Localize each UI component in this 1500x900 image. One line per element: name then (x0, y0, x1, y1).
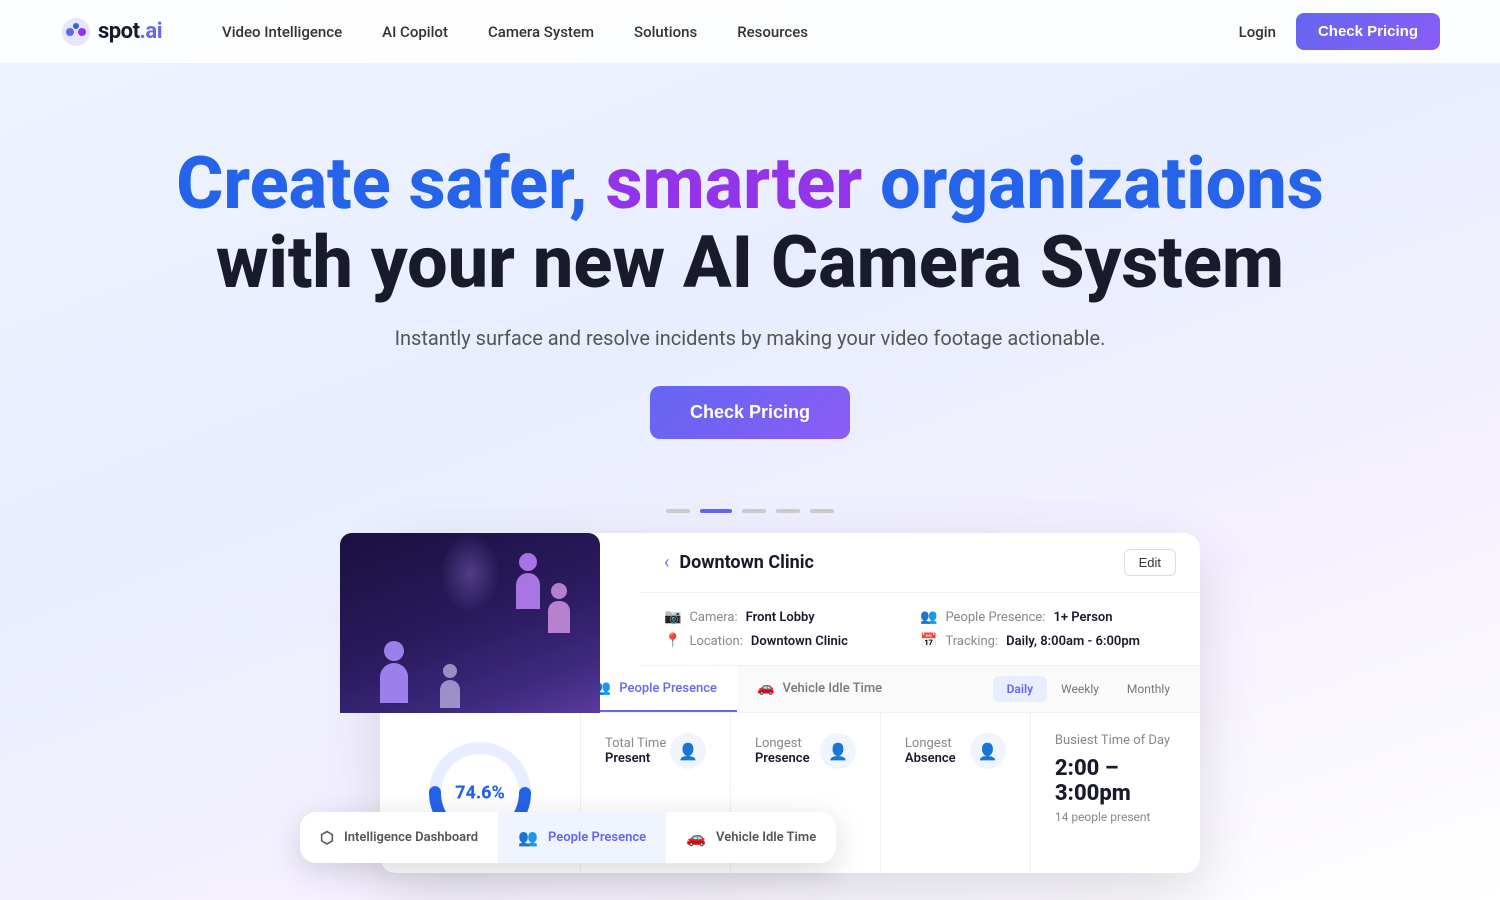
nav-camera-system[interactable]: Camera System (488, 23, 594, 41)
float-tab-vehicle[interactable]: 🚗 Vehicle Idle Time (666, 812, 836, 863)
float-tab-card: ⬡ Intelligence Dashboard 👥 People Presen… (300, 812, 836, 863)
dot-5[interactable] (810, 509, 834, 513)
dashboard-header-left: ‹ Downtown Clinic (664, 552, 814, 573)
dot-1[interactable] (666, 509, 690, 513)
stat-longest-absence-icon: 👤 (970, 733, 1006, 769)
period-tabs: Daily Weekly Monthly (977, 676, 1200, 702)
stat-total-label: Total Time Present (605, 736, 666, 766)
tab-vehicle-idle[interactable]: 🚗 Vehicle Idle Time (737, 666, 902, 712)
meta-camera: 📷 Camera: Front Lobby (664, 605, 920, 629)
carousel-dots (0, 509, 1500, 513)
calendar-icon: 📅 (920, 633, 937, 649)
busiest-time: 2:00 – 3:00pm (1055, 756, 1176, 806)
navbar: spot.ai Video Intelligence AI Copilot Ca… (0, 0, 1500, 64)
float-people-icon: 👥 (518, 828, 538, 847)
nav-actions: Login Check Pricing (1239, 13, 1440, 50)
meta-tracking: 📅 Tracking: Daily, 8:00am - 6:00pm (920, 629, 1176, 653)
float-vehicle-icon: 🚗 (686, 828, 706, 847)
nav-check-pricing-button[interactable]: Check Pricing (1296, 13, 1440, 50)
period-daily[interactable]: Daily (993, 676, 1047, 702)
stat-total-icon: 👤 (670, 733, 706, 769)
hero-title-org: organizations (880, 141, 1324, 226)
busiest-time-card: Busiest Time of Day 2:00 – 3:00pm 14 peo… (1030, 713, 1200, 873)
people-icon: 👥 (920, 609, 937, 625)
busiest-sub: 14 people present (1055, 810, 1176, 824)
hero-title: Create safer, smarter organizations with… (60, 144, 1440, 302)
stat-longest-presence-icon: 👤 (820, 733, 856, 769)
hero-check-pricing-button[interactable]: Check Pricing (650, 386, 850, 439)
stat-longest-absence: Longest Absence 👤 (880, 713, 1030, 873)
nav-links: Video Intelligence AI Copilot Camera Sys… (222, 23, 1239, 41)
donut-value: 74.6% (455, 783, 505, 804)
dot-4[interactable] (776, 509, 800, 513)
dashboard-header: ‹ Downtown Clinic Edit (640, 533, 1200, 593)
logo[interactable]: spot.ai (60, 16, 162, 48)
meta-location: 📍 Location: Downtown Clinic (664, 629, 920, 653)
back-button[interactable]: ‹ (664, 552, 669, 573)
float-tab-people[interactable]: 👥 People Presence (498, 812, 666, 863)
hero-title-purple: smarter (606, 141, 881, 226)
logo-text: spot.ai (98, 19, 162, 44)
login-button[interactable]: Login (1239, 23, 1276, 41)
nav-resources[interactable]: Resources (737, 23, 808, 41)
float-tab-intelligence[interactable]: ⬡ Intelligence Dashboard (300, 812, 498, 863)
nav-solutions[interactable]: Solutions (634, 23, 697, 41)
dashboard-meta: 📷 Camera: Front Lobby 👥 People Presence:… (640, 593, 1200, 666)
stat-longest-presence-label: Longest Presence (755, 736, 810, 766)
edit-button[interactable]: Edit (1124, 549, 1176, 576)
camera-icon: 📷 (664, 609, 681, 625)
busiest-title: Busiest Time of Day (1055, 733, 1176, 748)
dashboard-title: Downtown Clinic (679, 552, 814, 573)
hero-section: Create safer, smarter organizations with… (0, 64, 1500, 479)
stat-longest-absence-value-row: Longest Absence 👤 (905, 733, 1006, 769)
dot-2[interactable] (700, 509, 732, 513)
period-monthly[interactable]: Monthly (1113, 676, 1184, 702)
nav-video-intelligence[interactable]: Video Intelligence (222, 23, 342, 41)
dot-3[interactable] (742, 509, 766, 513)
hero-title-line2: with your new AI Camera System (216, 220, 1284, 305)
float-intelligence-icon: ⬡ (320, 828, 334, 847)
camera-preview (340, 533, 600, 713)
nav-ai-copilot[interactable]: AI Copilot (382, 23, 448, 41)
vehicle-icon: 🚗 (757, 680, 774, 696)
location-icon: 📍 (664, 633, 681, 649)
period-weekly[interactable]: Weekly (1047, 676, 1113, 702)
stat-total-value-row: Total Time Present 👤 (605, 733, 706, 769)
meta-people: 👥 People Presence: 1+ Person (920, 605, 1176, 629)
stat-longest-absence-label: Longest Absence (905, 736, 956, 766)
hero-title-blue: Create safer, (176, 141, 605, 226)
stat-longest-presence-value-row: Longest Presence 👤 (755, 733, 856, 769)
hero-subtitle: Instantly surface and resolve incidents … (60, 326, 1440, 350)
